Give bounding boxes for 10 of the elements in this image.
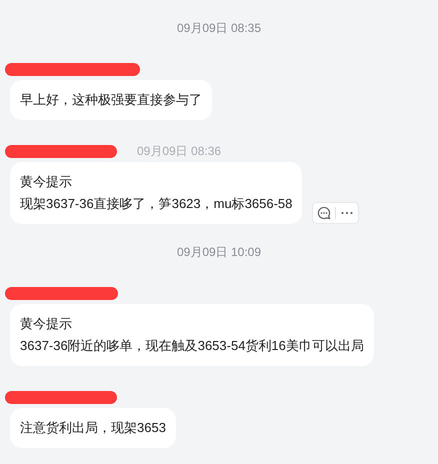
- message-text: 早上好，这种极强要直接参与了: [20, 91, 202, 109]
- message-text: 黄今提示: [20, 173, 73, 191]
- message-text: 3637-36附近的哆单，现在触及3653-54货利16美巾可以出局: [20, 337, 364, 355]
- message-text: 黄今提示: [20, 315, 73, 333]
- timestamp: 09月09日 08:35: [176, 20, 262, 37]
- comment-icon[interactable]: [316, 205, 332, 221]
- message-text: 注意货利出局，现架3653: [20, 419, 166, 437]
- timestamp: 09月09日 08:36: [137, 143, 222, 160]
- timestamp: 09月09日 10:09: [176, 244, 262, 261]
- message-text: 现架3637-36直接哆了，笋3623，mu标3656-58: [20, 195, 292, 213]
